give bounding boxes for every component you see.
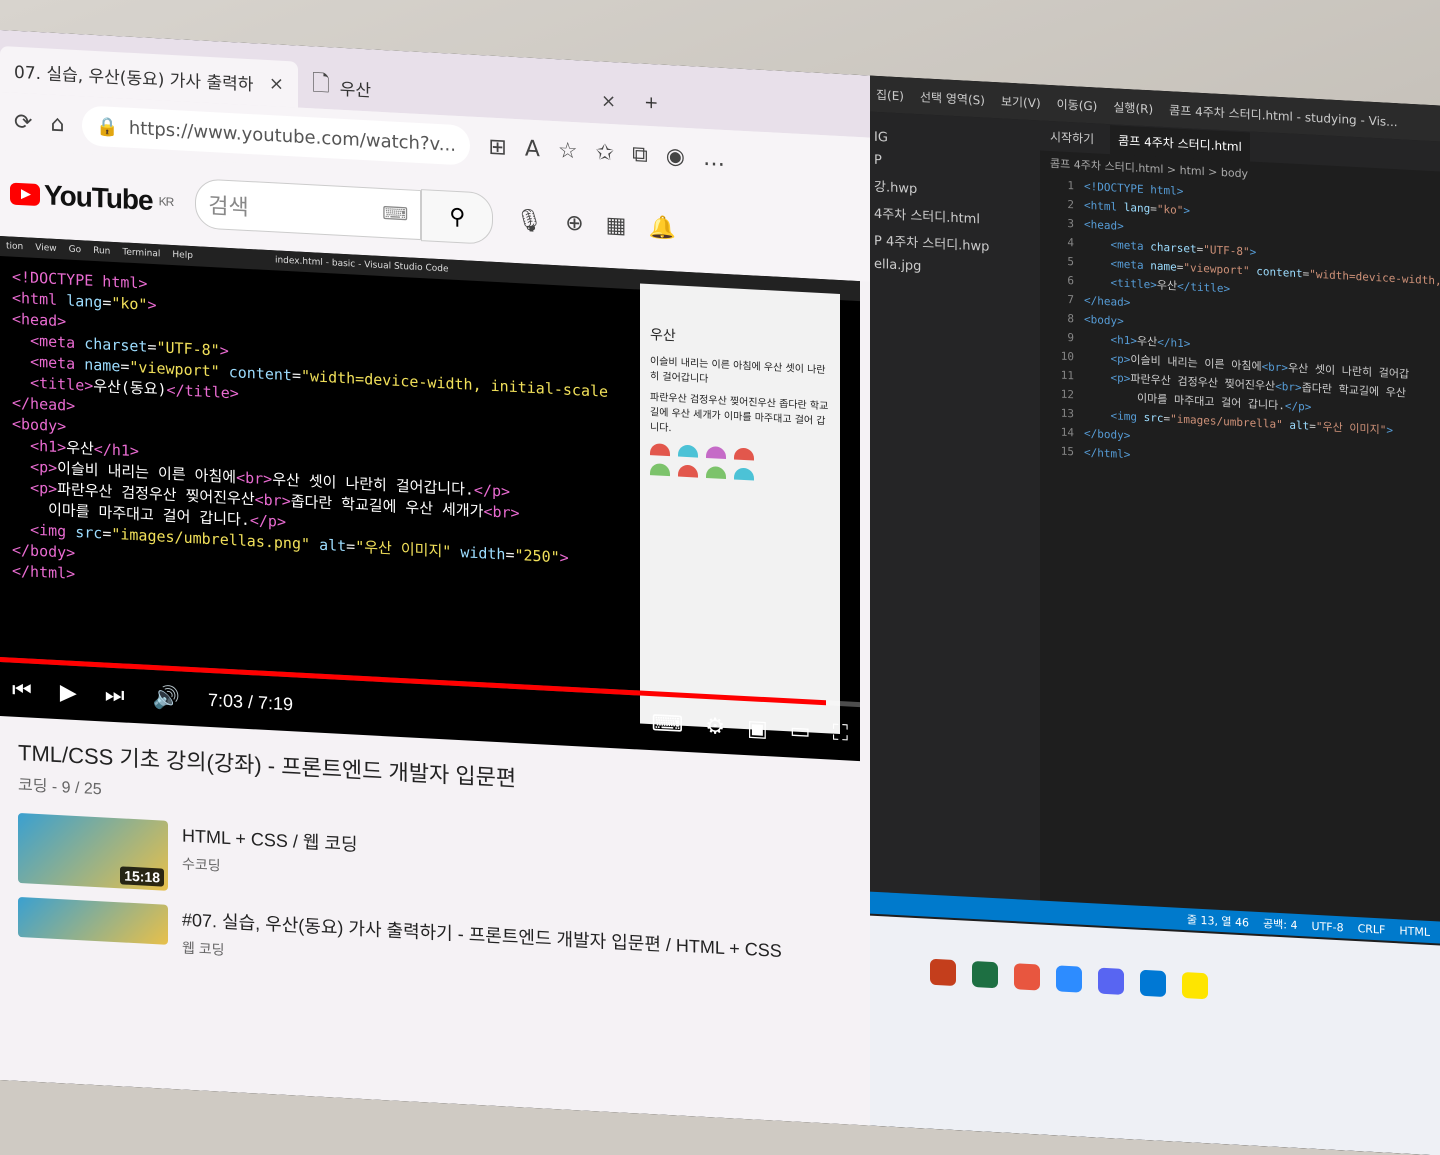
lock-icon: 🔒 [96, 115, 119, 138]
preview-paragraph: 파란우산 검정우산 찢어진우산 좁다란 학교길에 우산 세개가 이마를 마주대고… [650, 392, 829, 435]
menu-item: Terminal [122, 247, 161, 260]
close-icon[interactable]: × [601, 90, 616, 112]
youtube-play-icon [10, 182, 40, 207]
status-encoding[interactable]: UTF-8 [1312, 919, 1344, 934]
region-label: KR [158, 194, 174, 210]
menu-item: Help [172, 250, 193, 262]
explorer-item[interactable]: 강.hwp [874, 176, 1036, 203]
explorer-item[interactable]: IG [874, 130, 1036, 153]
menu-item: View [35, 242, 57, 254]
playlist-panel: TML/CSS 기초 강의(강좌) - 프론트엔드 개발자 입문편 코딩 - 9… [0, 716, 870, 1022]
powerpoint-icon[interactable] [930, 958, 956, 987]
apps-icon[interactable]: ⊞ [488, 134, 506, 160]
search-button[interactable]: ⚲ [421, 189, 494, 245]
settings-icon[interactable]: ⚙ [705, 713, 725, 739]
explorer-item[interactable]: P [874, 153, 1036, 176]
status-eol[interactable]: CRLF [1358, 922, 1386, 936]
right-controls: ⌨ ⚙ ▣ ▭ ⛶ [652, 711, 849, 746]
favorite-add-icon[interactable]: ☆ [558, 138, 578, 164]
app-icon[interactable] [1014, 963, 1040, 991]
apps-grid-icon[interactable]: ▦ [606, 212, 627, 238]
explorer-item[interactable]: 4주차 스터디.html [874, 203, 1036, 230]
preview-paragraph: 이슬비 내리는 이른 아침에 우산 셋이 나란히 걸어갑니다 [650, 356, 826, 386]
volume-icon[interactable]: 🔊 [153, 684, 180, 710]
menu-item: Run [93, 245, 111, 257]
explorer-item[interactable]: P 4주차 스터디.hwp [874, 230, 1036, 257]
item-title: HTML + CSS / 웹 코딩 [182, 825, 358, 855]
video-browser-preview: 우산 이슬비 내리는 이른 아침에 우산 셋이 나란히 걸어갑니다 파란우산 검… [640, 283, 840, 735]
window-title: 콤프 4주차 스터디.html - studying - Vis... [1169, 102, 1398, 129]
taskbar [870, 915, 1440, 1155]
discord-icon[interactable] [1098, 967, 1124, 995]
refresh-icon[interactable]: ⟳ [14, 109, 32, 135]
fullscreen-icon[interactable]: ⛶ [833, 720, 848, 746]
tab-label: 우산 [339, 79, 371, 101]
mic-icon[interactable]: 🎙 [515, 208, 543, 234]
profile-icon[interactable]: ◉ [666, 143, 685, 169]
bell-icon[interactable]: 🔔 [648, 214, 675, 240]
previous-icon[interactable]: ⏮ [12, 677, 32, 703]
vscode-icon[interactable] [1140, 969, 1166, 998]
preview-heading: 우산 [650, 327, 676, 345]
menu-edit[interactable]: 집(E) [876, 85, 904, 103]
status-cursor[interactable]: 줄 13, 열 46 [1187, 911, 1249, 930]
editor-area: 시작하기 콤프 4주차 스터디.html 콤프 4주차 스터디.html > h… [1040, 120, 1440, 922]
video-thumbnail[interactable]: 15:18 [18, 812, 168, 891]
umbrella-image [650, 443, 830, 484]
subtitles-icon[interactable]: ⌨ [652, 711, 684, 738]
status-indent[interactable]: 공백: 4 [1263, 915, 1297, 933]
create-video-icon[interactable]: ⊕ [565, 210, 583, 236]
menu-view[interactable]: 보기(V) [1001, 92, 1041, 111]
keyboard-icon[interactable]: ⌨ [382, 203, 408, 225]
youtube-logo[interactable]: YouTube KR [10, 178, 173, 219]
laptop-screen: 07. 실습, 우산(동요) 가사 출력하 × 🗋 우산 × + ⟳ ⌂ 🔒 h… [0, 30, 1440, 1155]
page-icon: 🗋 [312, 71, 330, 98]
collections-icon[interactable]: ⧉ [632, 142, 648, 168]
menu-selection[interactable]: 선택 영역(S) [920, 88, 985, 108]
search-placeholder: 검색 [208, 193, 249, 222]
time-display: 7:03 / 7:19 [207, 689, 294, 714]
play-icon[interactable]: ▶ [60, 680, 77, 706]
menu-item: tion [6, 241, 24, 253]
file-explorer: IG P 강.hwp 4주차 스터디.html P 4주차 스터디.hwp el… [870, 111, 1040, 901]
browser-window: 07. 실습, 우산(동요) 가사 출력하 × 🗋 우산 × + ⟳ ⌂ 🔒 h… [0, 30, 870, 1126]
next-icon[interactable]: ⏭ [105, 682, 125, 708]
tab-getting-started[interactable]: 시작하기 [1050, 128, 1094, 147]
menu-run[interactable]: 실행(R) [1113, 98, 1153, 117]
status-language[interactable]: HTML [1399, 924, 1430, 939]
duration-badge: 15:18 [120, 866, 164, 887]
excel-icon[interactable] [972, 960, 998, 989]
menu-item: Go [68, 244, 82, 256]
read-aloud-icon[interactable]: A [525, 136, 540, 162]
home-icon[interactable]: ⌂ [50, 111, 64, 137]
search-input[interactable]: 검색 ⌨ [195, 178, 422, 241]
more-icon[interactable]: … [703, 145, 725, 171]
vscode-window: 집(E) 선택 영역(S) 보기(V) 이동(G) 실행(R) 콤프 4주차 스… [870, 75, 1440, 1155]
favorites-icon[interactable]: ✩ [596, 140, 614, 166]
video-thumbnail[interactable] [18, 896, 168, 945]
zoom-icon[interactable] [1056, 965, 1082, 993]
new-tab-button[interactable]: + [630, 79, 672, 127]
theater-icon[interactable]: ▭ [790, 718, 811, 744]
item-channel: 수코딩 [182, 855, 221, 874]
url-text: https://www.youtube.com/watch?v... [128, 117, 456, 156]
close-icon[interactable]: × [269, 73, 284, 95]
tab-label: 07. 실습, 우산(동요) 가사 출력하 [14, 62, 254, 95]
menu-go[interactable]: 이동(G) [1057, 95, 1098, 114]
kakaotalk-icon[interactable] [1182, 971, 1208, 1000]
miniplayer-icon[interactable]: ▣ [747, 716, 768, 742]
explorer-item[interactable]: ella.jpg [874, 257, 1036, 280]
video-player[interactable]: tion View Go Run Terminal Help index.htm… [0, 236, 860, 762]
editor-code[interactable]: 1 <!DOCTYPE html> 2 <html lang="ko"> 3 <hea… [1040, 175, 1440, 481]
logo-text: YouTube [44, 179, 153, 216]
search-icon: ⚲ [449, 204, 466, 230]
